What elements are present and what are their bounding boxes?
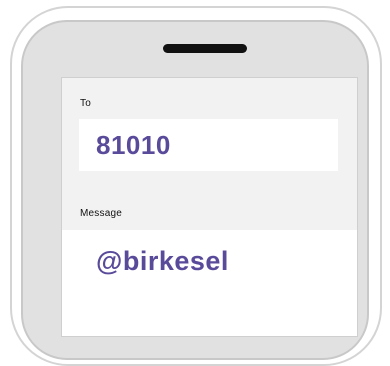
message-value: @birkesel [96,246,229,276]
to-field[interactable]: 81010 [79,119,338,171]
message-label: Message [80,208,122,219]
message-field[interactable]: @birkesel [62,230,357,336]
to-value: 81010 [96,129,171,160]
phone-screen: To 81010 Message @birkesel [61,77,358,337]
phone-speaker [163,44,247,53]
to-label: To [80,98,91,109]
